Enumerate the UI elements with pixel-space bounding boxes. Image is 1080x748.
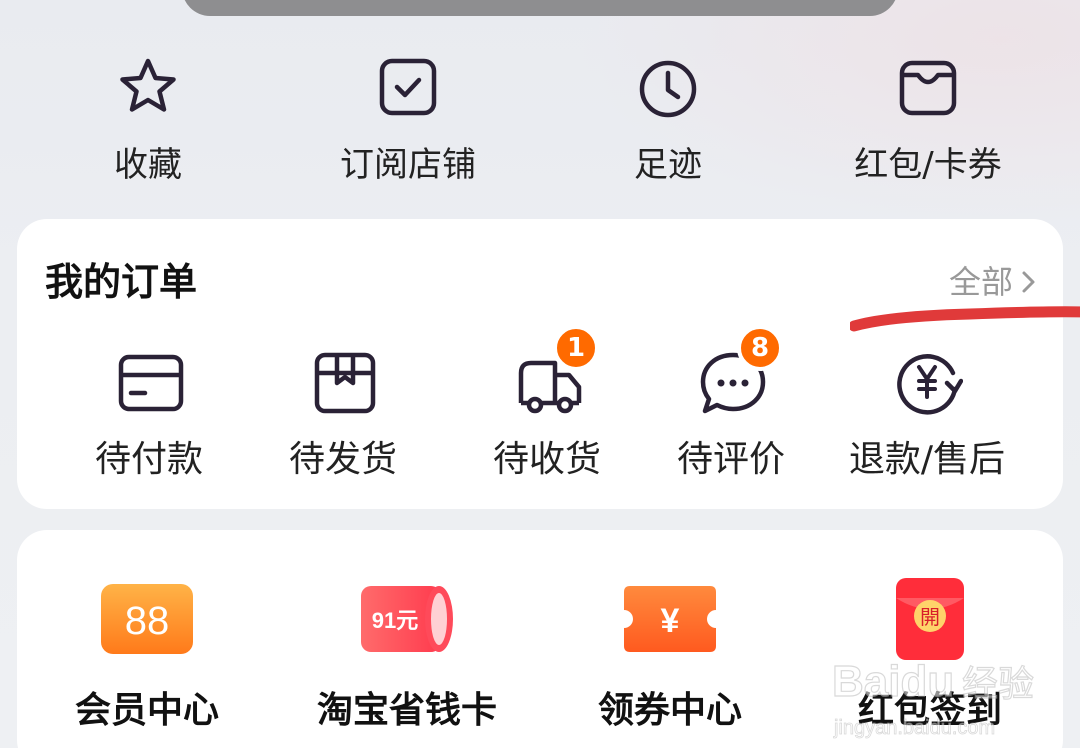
svg-text:88: 88 <box>125 599 170 643</box>
shortcut-row: 收藏 订阅店铺 足迹 红包/卡券 <box>0 55 1080 195</box>
order-badge: 8 <box>737 325 783 371</box>
shortcut-label: 足迹 <box>634 145 702 185</box>
search-bar[interactable] <box>182 0 898 16</box>
order-label: 待收货 <box>492 439 601 480</box>
star-icon <box>120 58 176 112</box>
my-orders-card: 我的订单 全部 待付款 待发货 1 待收货 8 待评价 退款/售后 <box>17 219 1063 509</box>
svg-text:¥: ¥ <box>661 602 680 640</box>
shortcut-footprints[interactable]: 足迹 <box>558 55 778 195</box>
shortcut-label: 订阅店铺 <box>340 145 476 185</box>
order-label: 待发货 <box>288 439 397 480</box>
svg-text:91元: 91元 <box>372 608 418 633</box>
service-savings-card[interactable]: 91元 淘宝省钱卡 <box>287 582 527 748</box>
red-envelope-icon: 開 <box>896 578 964 660</box>
order-pending-review[interactable]: 8 待评价 <box>631 325 831 489</box>
service-coupon-center[interactable]: ¥ 领券中心 <box>550 582 790 748</box>
service-red-packet-checkin[interactable]: 開 红包签到 <box>810 578 1050 748</box>
order-label: 退款/售后 <box>848 439 1006 480</box>
order-label: 待付款 <box>94 439 203 480</box>
services-card: 88 会员中心 91元 淘宝省钱卡 ¥ 领券中心 開 红包签到 <box>17 530 1063 748</box>
order-refund-after-sales[interactable]: 退款/售后 <box>827 349 1027 489</box>
shortcut-favorites[interactable]: 收藏 <box>38 55 258 195</box>
service-label: 淘宝省钱卡 <box>316 690 497 731</box>
chevron-right-icon <box>1022 271 1035 293</box>
refund-icon <box>897 354 963 415</box>
service-label: 红包签到 <box>857 690 1002 731</box>
checkbox-icon <box>379 58 437 116</box>
order-badge: 1 <box>553 325 599 371</box>
order-pending-payment[interactable]: 待付款 <box>49 349 249 489</box>
package-icon <box>314 352 376 414</box>
order-label: 待评价 <box>676 439 785 480</box>
clock-icon <box>639 60 697 118</box>
shortcut-label: 红包/卡券 <box>854 145 1002 185</box>
order-pending-receipt[interactable]: 1 待收货 <box>447 325 647 489</box>
service-label: 领券中心 <box>597 690 742 731</box>
orders-view-all-label: 全部 <box>948 263 1013 301</box>
orders-view-all-link[interactable]: 全部 <box>949 261 1039 303</box>
service-label: 会员中心 <box>74 690 219 731</box>
svg-text:開: 開 <box>920 605 940 629</box>
vip-88-icon: 88 <box>101 584 193 654</box>
red-annotation-stroke <box>850 306 1080 332</box>
shortcut-subscribed-shops[interactable]: 订阅店铺 <box>298 55 518 195</box>
shortcut-red-packets-coupons[interactable]: 红包/卡券 <box>818 55 1038 195</box>
service-member-center[interactable]: 88 会员中心 <box>27 582 267 748</box>
card-icon <box>118 354 184 412</box>
coupon-icon: ¥ <box>624 586 716 652</box>
order-pending-shipment[interactable]: 待发货 <box>243 349 443 489</box>
orders-title: 我的订单 <box>45 260 198 304</box>
shortcut-label: 收藏 <box>114 145 182 185</box>
wallet-icon <box>899 60 957 116</box>
savings-card-icon: 91元 <box>361 586 453 652</box>
